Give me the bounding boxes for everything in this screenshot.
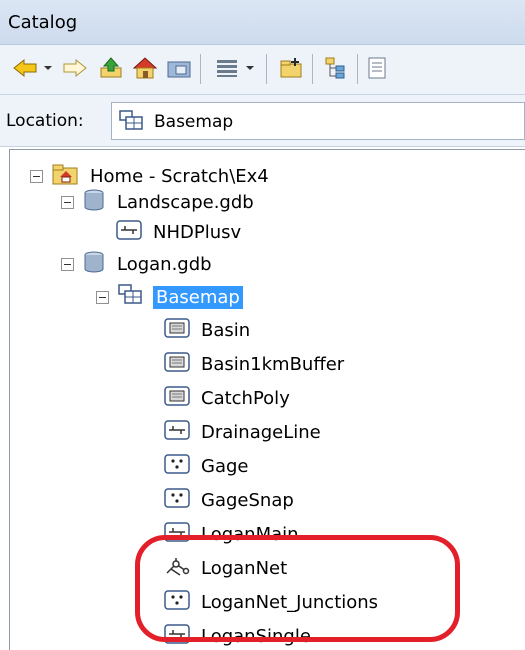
forward-icon[interactable] [60, 53, 90, 83]
collapse-toggle[interactable] [61, 195, 74, 209]
feature-dataset-icon [118, 109, 146, 137]
tree-item-label: CatchPoly [201, 387, 290, 409]
tree-item-label: NHDPlusv [153, 221, 242, 243]
geodatabase-icon [82, 250, 106, 278]
tree-item-label: Landscape.gdb [117, 191, 254, 213]
tree-item-label: Basin [201, 319, 251, 341]
tree-item-drainageline[interactable]: DrainageLine [164, 416, 324, 448]
tree-item-label: DrainageLine [201, 421, 321, 443]
polygon-feature-icon [164, 317, 190, 343]
tree-item-nhdplusv[interactable]: NHDPlusv [116, 216, 244, 248]
tree-item-catchpoly[interactable]: CatchPoly [164, 382, 293, 414]
new-folder-icon[interactable] [276, 53, 306, 83]
tree-item-label: GageSnap [201, 489, 294, 511]
back-icon[interactable] [10, 53, 40, 83]
location-bar: Location: Basemap [0, 95, 525, 147]
tree-item-gagesnap[interactable]: GageSnap [164, 484, 297, 516]
location-label: Location: [6, 111, 84, 131]
collapse-toggle[interactable] [30, 169, 43, 183]
highlight-annotation [135, 535, 460, 642]
tree-item-label: Basin1kmBuffer [201, 353, 345, 375]
toolbar-separator [357, 54, 358, 84]
back-dropdown-icon[interactable] [40, 53, 56, 83]
tree-item-basin1kmbuffer[interactable]: Basin1kmBuffer [164, 348, 347, 380]
point-feature-icon [164, 453, 190, 479]
location-value: Basemap [154, 112, 234, 132]
connect-folder-icon[interactable] [164, 53, 194, 83]
tree-item-label: Gage [201, 455, 249, 477]
catalog-toolbar [0, 45, 525, 95]
home-icon[interactable] [130, 53, 160, 83]
collapse-toggle[interactable] [61, 257, 74, 271]
polygon-feature-icon [164, 351, 190, 377]
tree-item-gage[interactable]: Gage [164, 450, 251, 482]
polygon-feature-icon [164, 385, 190, 411]
up-folder-icon[interactable] [96, 53, 126, 83]
geodatabase-icon [82, 188, 106, 216]
tree-item-basemap[interactable]: Basemap [96, 281, 243, 313]
list-icon[interactable] [365, 53, 389, 83]
point-feature-icon [164, 487, 190, 513]
line-feature-icon [164, 419, 190, 445]
views-dropdown-icon[interactable] [242, 53, 258, 83]
tree-item-label: Home - Scratch\Ex4 [90, 165, 269, 187]
tree-item-logan-gdb[interactable]: Logan.gdb [61, 248, 215, 280]
views-icon[interactable] [212, 53, 242, 83]
toolbar-separator [266, 54, 267, 84]
location-field[interactable]: Basemap [111, 102, 525, 140]
tree-item-basin[interactable]: Basin [164, 314, 253, 346]
toolbar-separator [312, 54, 313, 84]
tree-item-label: Logan.gdb [117, 253, 212, 275]
window-title: Catalog [8, 12, 78, 33]
tree-options-icon[interactable] [322, 53, 352, 83]
line-feature-icon [116, 219, 142, 245]
tree-item-label: Basemap [153, 285, 243, 309]
toolbar-separator [200, 54, 201, 84]
feature-dataset-icon [117, 283, 145, 311]
tree-item-landscape-gdb[interactable]: Landscape.gdb [61, 186, 257, 218]
collapse-toggle[interactable] [96, 290, 109, 304]
catalog-title-bar: Catalog [0, 0, 525, 45]
